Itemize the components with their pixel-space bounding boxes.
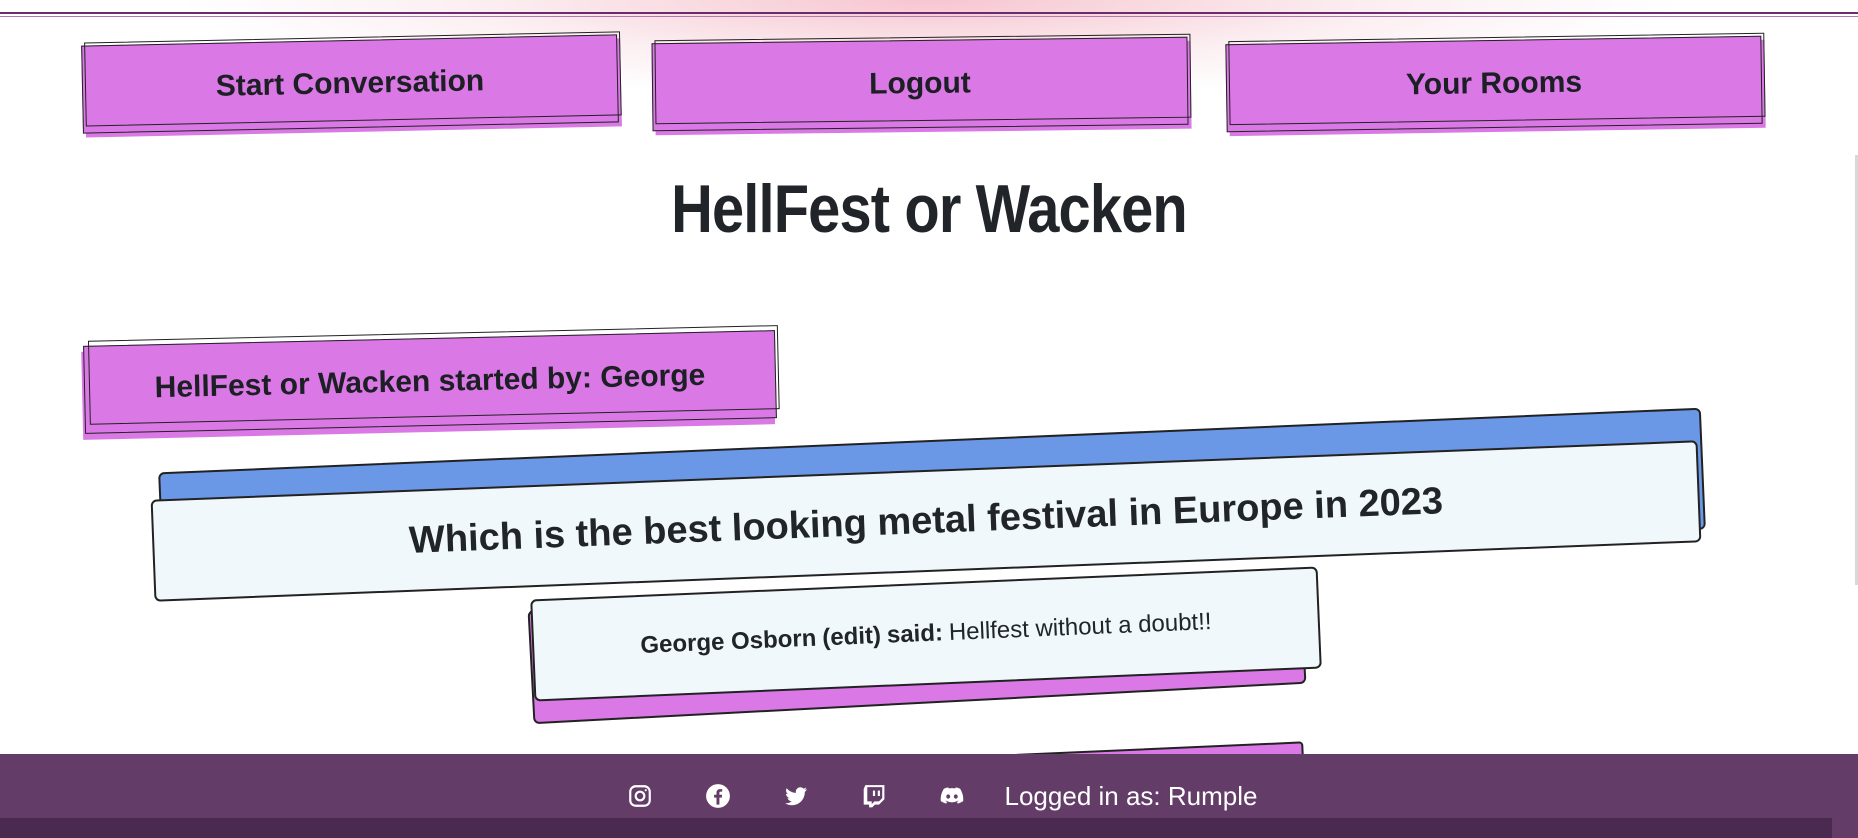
twitch-icon[interactable] [835, 778, 913, 814]
footer: Logged in as: Rumple [0, 754, 1858, 838]
header-divider-secondary [0, 16, 1858, 17]
logout-button[interactable]: Logout [651, 36, 1189, 132]
twitter-icon[interactable] [757, 778, 835, 814]
facebook-icon[interactable] [679, 778, 757, 814]
reply-edit-link[interactable]: (edit) [822, 622, 882, 652]
footer-bottom-bar [0, 818, 1832, 838]
page-title: HellFest or Wacken [671, 171, 1188, 247]
room-header: HellFest or Wacken started by: George [83, 330, 777, 434]
start-conversation-button[interactable]: Start Conversation [81, 34, 619, 134]
your-rooms-button[interactable]: Your Rooms [1225, 35, 1763, 133]
discord-icon[interactable] [913, 778, 991, 814]
reply-text: Hellfest without a doubt!! [948, 608, 1213, 647]
reply-author: George Osborn [639, 624, 817, 659]
logged-in-status: Logged in as: Rumple [1004, 781, 1258, 811]
instagram-icon[interactable] [601, 778, 679, 814]
header-divider [0, 12, 1858, 14]
reply-said-label: said: [886, 619, 944, 649]
